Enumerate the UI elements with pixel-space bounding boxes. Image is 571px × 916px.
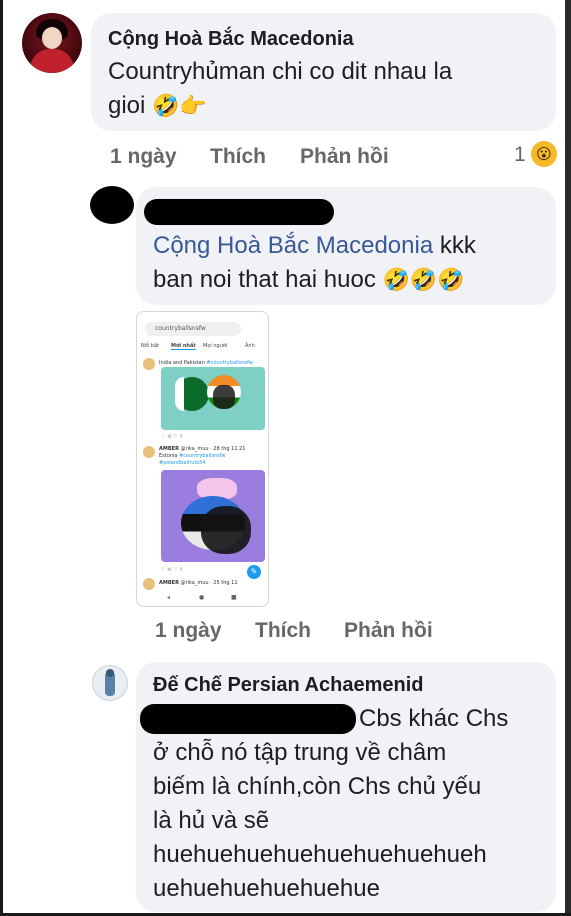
thumb-tab-active: Mới nhất — [171, 343, 196, 350]
mention-link[interactable]: Cộng Hoà Bắc Macedonia — [153, 232, 433, 259]
thumb-caption-text: Estonia — [159, 453, 178, 459]
commenter-avatar[interactable] — [92, 665, 128, 701]
reply-text-fragment: kkk — [433, 232, 476, 259]
comment-author[interactable]: Đế Chế Persian Achaemenid — [153, 674, 423, 697]
commenter-avatar[interactable] — [22, 13, 82, 73]
comment-text-line: gioi 🤣👉 — [108, 89, 548, 124]
comment-bubble: Cộng Hoà Bắc Macedonia Countryhủman chi … — [91, 13, 556, 131]
thumb-tab: Nổi bật — [141, 343, 159, 349]
thumb-caption: India and Pakistan #countryballsnsfw — [159, 360, 253, 366]
comment-text-line: Cbs khác Chs — [359, 705, 509, 732]
thumb-caption-text: India and Pakistan — [159, 360, 205, 366]
comment-text: Cbs khác Chs ở chỗ nó tập trung về châm … — [153, 702, 553, 906]
thumb-post-header: AMBER @rika_muu · 25 thg 11 — [159, 580, 238, 586]
screen-frame-left — [0, 0, 3, 916]
thumb-username: AMBER — [159, 446, 179, 452]
comment-bubble: Đế Chế Persian Achaemenid Cbs khác Chs ở… — [136, 662, 556, 912]
reaction-count[interactable]: 1 — [514, 143, 526, 167]
thumb-post-header: AMBER @rika_muu · 28 thg 11 21 — [159, 446, 245, 452]
redacted-avatar — [90, 186, 134, 224]
pakistan-ball — [175, 377, 209, 411]
scribble-overlay — [213, 385, 235, 409]
reply-time[interactable]: 1 ngày — [155, 619, 222, 643]
screen-frame-right — [565, 0, 571, 916]
thumb-tab: Mọi người — [203, 343, 228, 349]
thumb-avatar — [143, 446, 155, 458]
like-button[interactable]: Thích — [210, 145, 266, 169]
thumb-android-navbar: ◂ ● ■ — [137, 594, 268, 606]
comment-author[interactable]: Cộng Hoà Bắc Macedonia — [108, 28, 354, 51]
thumb-post-meta: @rika_muu · 28 thg 11 21 — [180, 446, 246, 452]
thumb-avatar — [143, 358, 155, 370]
thumb-caption: #polandballrule34 — [159, 460, 205, 466]
comment-text-line: huehuehuehuehuehuehuehueh — [153, 841, 487, 868]
thumb-countryball-image-2 — [161, 470, 265, 562]
thumb-caption: Estonia #countryballsnsfw — [159, 453, 225, 459]
wow-reaction-icon[interactable]: 😮 — [531, 141, 557, 167]
nav-back-icon: ◂ — [167, 594, 171, 601]
thumb-post-icons: ♡ ⟲ ♡ ↑ — [161, 567, 184, 573]
redacted-author-name — [144, 199, 334, 225]
comment-text-line: biếm là chính,còn Chs chủ yếu — [153, 773, 482, 800]
thumb-tabs: Nổi bật Mới nhất Mọi người Ảnh — [141, 343, 265, 355]
attached-screenshot-image[interactable]: countryballsnsfw Nổi bật Mới nhất Mọi ng… — [136, 311, 269, 607]
avatar-head — [106, 669, 114, 677]
compose-fab-icon: ✎ — [247, 565, 261, 579]
comment-text-line: ở chỗ nó tập trung về châm — [153, 739, 447, 766]
thumb-username: AMBER — [159, 580, 179, 586]
thumb-search-bar: countryballsnsfw — [145, 322, 241, 336]
reply-text: Cộng Hoà Bắc Macedonia kkk ban noi that … — [153, 229, 553, 298]
reply-button[interactable]: Phản hồi — [300, 145, 389, 169]
thumb-post-icons: ♡ ⟲ ♡ ↑ — [161, 434, 184, 440]
like-button[interactable]: Thích — [255, 619, 311, 643]
avatar-coat — [30, 49, 74, 73]
nav-recents-icon: ■ — [231, 594, 237, 601]
thumb-hashtag: #countryballsnsfw — [206, 360, 253, 366]
thumb-tab: Ảnh — [245, 343, 255, 349]
reply-text-fragment: ban noi that hai huoc — [153, 266, 376, 293]
laughing-emoji-icon: 🤣🤣🤣 — [382, 268, 465, 293]
avatar-face — [42, 27, 62, 49]
nav-home-icon: ● — [199, 594, 205, 601]
scribble-overlay — [201, 506, 251, 554]
thumb-hashtag: #polandballrule34 — [159, 460, 206, 466]
reply-text-line: ban noi that hai huoc 🤣🤣🤣 — [153, 263, 553, 298]
laughing-emoji-icon: 🤣👉 — [152, 94, 207, 119]
comment-time[interactable]: 1 ngày — [110, 145, 177, 169]
comment-text-line: uehuehuehuehuehue — [153, 875, 380, 902]
comment-text: Countryhủman chi co dit nhau la gioi 🤣👉 — [108, 55, 548, 124]
comment-text-line: Countryhủman chi co dit nhau la — [108, 58, 453, 85]
thumb-avatar — [143, 578, 155, 590]
comment-text-fragment: gioi — [108, 92, 146, 119]
thumb-countryball-image-1 — [161, 367, 265, 430]
comment-text-line: là hủ và sẽ — [153, 807, 270, 834]
reply-text-line: Cộng Hoà Bắc Macedonia kkk — [153, 229, 553, 263]
thumb-post-meta: @rika_muu · 25 thg 11 — [180, 580, 238, 586]
reply-bubble: Cộng Hoà Bắc Macedonia kkk ban noi that … — [136, 187, 556, 305]
reply-button[interactable]: Phản hồi — [344, 619, 433, 643]
thumb-hashtag: #countryballsnsfw — [179, 453, 226, 459]
